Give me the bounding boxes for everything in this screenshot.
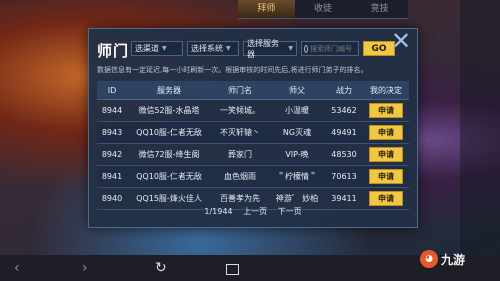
search-icon [304, 44, 308, 53]
apply-button[interactable]: 申请 [369, 147, 403, 162]
col-header-power: 战力 [325, 81, 363, 100]
cell-id: 8942 [97, 143, 127, 166]
system-select[interactable]: 选择系统 ▼ [187, 41, 239, 56]
cell-master: NG灭魂 [269, 121, 325, 144]
table-row: 8943 QQ10服-仁者无敌 不灭轩辕丶 NG灭魂 49491 申请 [97, 121, 409, 144]
cell-server: 微信72服-绛生阁 [127, 143, 211, 166]
cell-power: 48530 [325, 143, 363, 166]
table-header-row: ID 服务器 师门名 师父 战力 我的决定 [97, 81, 409, 100]
col-header-id: ID [97, 81, 127, 100]
apply-button[interactable]: 申请 [369, 191, 403, 206]
channel-select-label: 选渠道 [135, 44, 159, 53]
page-indicator: 1/1944 [204, 207, 233, 216]
table-row: 8941 QQ10服-仁者无敌 血色烟雨 ＂柠檬情＂ 70613 申请 [97, 165, 409, 188]
table-row: 8942 微信72服-绛生阁 葬家门 VIP-晚 48530 申请 [97, 143, 409, 166]
close-icon[interactable]: ✕ [389, 29, 413, 54]
cell-id: 8943 [97, 121, 127, 144]
channel-select[interactable]: 选渠道 ▼ [131, 41, 183, 56]
filter-bar: 选渠道 ▼ 选择系统 ▼ 选择服务器 ▼ GO [131, 39, 395, 59]
sect-panel: 师门 选渠道 ▼ 选择系统 ▼ 选择服务器 ▼ GO ✕ 数据信息有一定延迟,每… [88, 28, 418, 228]
tab-master[interactable]: 拜师 [238, 0, 295, 18]
tab-arena[interactable]: 竞技 [351, 0, 408, 18]
cell-master: VIP-晚 [269, 143, 325, 166]
panel-title: 师门 [97, 42, 130, 60]
system-select-label: 选择系统 [191, 44, 223, 53]
col-header-server: 服务器 [127, 81, 211, 100]
chevron-down-icon: ▼ [162, 45, 167, 52]
cell-id: 8941 [97, 165, 127, 188]
cell-name: 不灭轩辕丶 [211, 121, 269, 144]
cell-master: ＂柠檬情＂ [269, 165, 325, 188]
chevron-down-icon: ▼ [226, 45, 231, 52]
tab-disciple[interactable]: 收徒 [295, 0, 352, 18]
col-header-master: 师父 [269, 81, 325, 100]
apply-button[interactable]: 申请 [369, 169, 403, 184]
cell-decision: 申请 [363, 99, 409, 122]
right-side-bar [460, 0, 500, 255]
col-header-decision: 我的决定 [363, 81, 409, 100]
refresh-icon[interactable]: ↻ [155, 260, 167, 276]
cell-server: QQ10服-仁者无敌 [127, 165, 211, 188]
notice-text: 数据信息有一定延迟,每一小时刷新一次。根据审核的时间先后,将进行师门弟子的排名。 [97, 66, 368, 74]
cell-id: 8944 [97, 99, 127, 122]
back-icon[interactable]: ‹ [14, 260, 20, 276]
next-page-link[interactable]: 下一页 [278, 207, 302, 216]
logo-mark-icon: ◕ [420, 250, 438, 268]
cell-power: 70613 [325, 165, 363, 188]
apply-button[interactable]: 申请 [369, 103, 403, 118]
forward-icon[interactable]: › [82, 260, 88, 276]
server-select[interactable]: 选择服务器 ▼ [243, 39, 297, 59]
site-logo: ◕ 九游 [420, 250, 465, 268]
top-tab-bar: 拜师 收徒 竞技 [238, 0, 408, 19]
cell-server: QQ10服-仁者无敌 [127, 121, 211, 144]
pagination: 1/1944 上一页 下一页 [89, 206, 417, 217]
cell-decision: 申请 [363, 121, 409, 144]
apply-button[interactable]: 申请 [369, 125, 403, 140]
cell-name: 葬家门 [211, 143, 269, 166]
cell-decision: 申请 [363, 165, 409, 188]
share-icon[interactable] [226, 264, 239, 275]
cell-name: 血色烟雨 [211, 165, 269, 188]
cell-power: 53462 [325, 99, 363, 122]
sect-table: ID 服务器 师门名 师父 战力 我的决定 8944 微信52服-水晶塔 一笑倾… [97, 81, 409, 210]
cell-server: 微信52服-水晶塔 [127, 99, 211, 122]
chevron-down-icon: ▼ [288, 45, 293, 52]
logo-text: 九游 [441, 252, 466, 267]
search-input[interactable] [310, 43, 356, 54]
search-box [301, 41, 359, 56]
col-header-name: 师门名 [211, 81, 269, 100]
table-row: 8944 微信52服-水晶塔 一笑倾城。 小温暖 53462 申请 [97, 99, 409, 122]
cell-power: 49491 [325, 121, 363, 144]
game-background: 拜师 收徒 竞技 师门 选渠道 ▼ 选择系统 ▼ 选择服务器 ▼ GO [0, 0, 500, 255]
cell-name: 一笑倾城。 [211, 99, 269, 122]
cell-decision: 申请 [363, 143, 409, 166]
server-select-label: 选择服务器 [247, 38, 279, 59]
prev-page-link[interactable]: 上一页 [243, 207, 267, 216]
cell-master: 小温暖 [269, 99, 325, 122]
